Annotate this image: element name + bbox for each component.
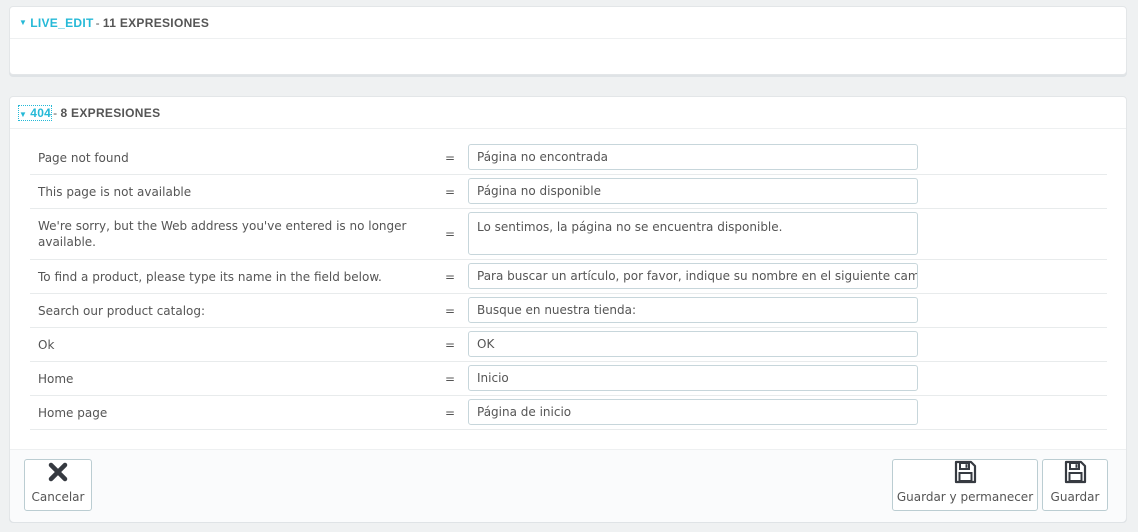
- translation-row: This page is not available = Página no d…: [30, 175, 1107, 209]
- cancel-button[interactable]: Cancelar: [24, 459, 92, 511]
- translation-input[interactable]: Busque en nuestra tienda:: [468, 297, 918, 323]
- translation-input[interactable]: Página no encontrada: [468, 144, 918, 170]
- close-icon: [48, 462, 68, 482]
- translation-row: Home = Inicio: [30, 362, 1107, 396]
- equals-sign: =: [445, 405, 456, 420]
- panel-heading: ▼ LIVE_EDIT - 11 EXPRESIONES: [10, 7, 1126, 39]
- translation-input[interactable]: Página de inicio: [468, 399, 918, 425]
- equals-sign: =: [445, 371, 456, 386]
- group-toggle-link[interactable]: LIVE_EDIT: [30, 16, 93, 30]
- translation-input[interactable]: Página no disponible: [468, 178, 918, 204]
- translation-input[interactable]: Inicio: [468, 365, 918, 391]
- translation-row: Home page = Página de inicio: [30, 396, 1107, 430]
- save-and-stay-button-label: Guardar y permanecer: [896, 490, 1034, 504]
- equals-sign: =: [445, 337, 456, 352]
- caret-down-icon[interactable]: ▼: [19, 18, 27, 27]
- floppy-disk-icon: [1064, 460, 1087, 484]
- translation-group-panel-live-edit: ▼ LIVE_EDIT - 11 EXPRESIONES: [9, 6, 1127, 75]
- equals-sign: =: [445, 227, 456, 241]
- translation-row: We're sorry, but the Web address you've …: [30, 209, 1107, 260]
- separator: -: [53, 105, 58, 120]
- caret-down-icon: ▼: [19, 109, 28, 119]
- equals-sign: =: [445, 184, 456, 199]
- source-text: Page not found: [38, 150, 129, 165]
- translation-list: Page not found = Página no encontrada Th…: [30, 141, 1107, 430]
- translation-textarea[interactable]: Lo sentimos, la página no se encuentra d…: [468, 212, 918, 255]
- translation-row: Ok = OK: [30, 328, 1107, 362]
- source-text: Home: [38, 371, 74, 386]
- source-text: Ok: [38, 337, 55, 352]
- translation-row: To find a product, please type its name …: [30, 260, 1107, 294]
- source-text: Home page: [38, 405, 108, 420]
- separator: -: [95, 15, 100, 30]
- save-button-label: Guardar: [1050, 490, 1100, 504]
- save-and-stay-button[interactable]: Guardar y permanecer: [892, 459, 1038, 511]
- translation-group-panel-404: ▼ 404 - 8 EXPRESIONES Page not found = Pá…: [9, 96, 1127, 522]
- expression-count: 8 EXPRESIONES: [60, 105, 161, 120]
- translation-input[interactable]: OK: [468, 331, 918, 357]
- cancel-button-label: Cancelar: [31, 490, 85, 504]
- save-button[interactable]: Guardar: [1042, 459, 1108, 511]
- group-toggle-link[interactable]: ▼ 404: [17, 104, 53, 121]
- translation-row: Search our product catalog: = Busque en …: [30, 294, 1107, 328]
- panel-footer: Cancelar Guardar y permanecer Guardar: [10, 449, 1126, 522]
- group-name: 404: [30, 105, 52, 120]
- panel-heading: ▼ 404 - 8 EXPRESIONES: [10, 97, 1126, 129]
- expression-count: 11 EXPRESIONES: [102, 15, 210, 30]
- source-text: To find a product, please type its name …: [38, 269, 382, 284]
- equals-sign: =: [445, 303, 456, 318]
- source-text: Search our product catalog:: [38, 303, 206, 318]
- equals-sign: =: [445, 150, 456, 165]
- equals-sign: =: [445, 269, 456, 284]
- translation-row: Page not found = Página no encontrada: [30, 141, 1107, 175]
- floppy-disk-icon: [954, 460, 977, 484]
- source-text: This page is not available: [38, 184, 192, 199]
- translation-input[interactable]: Para buscar un artículo, por favor, indi…: [468, 263, 918, 289]
- source-text: We're sorry, but the Web address you've …: [38, 219, 407, 249]
